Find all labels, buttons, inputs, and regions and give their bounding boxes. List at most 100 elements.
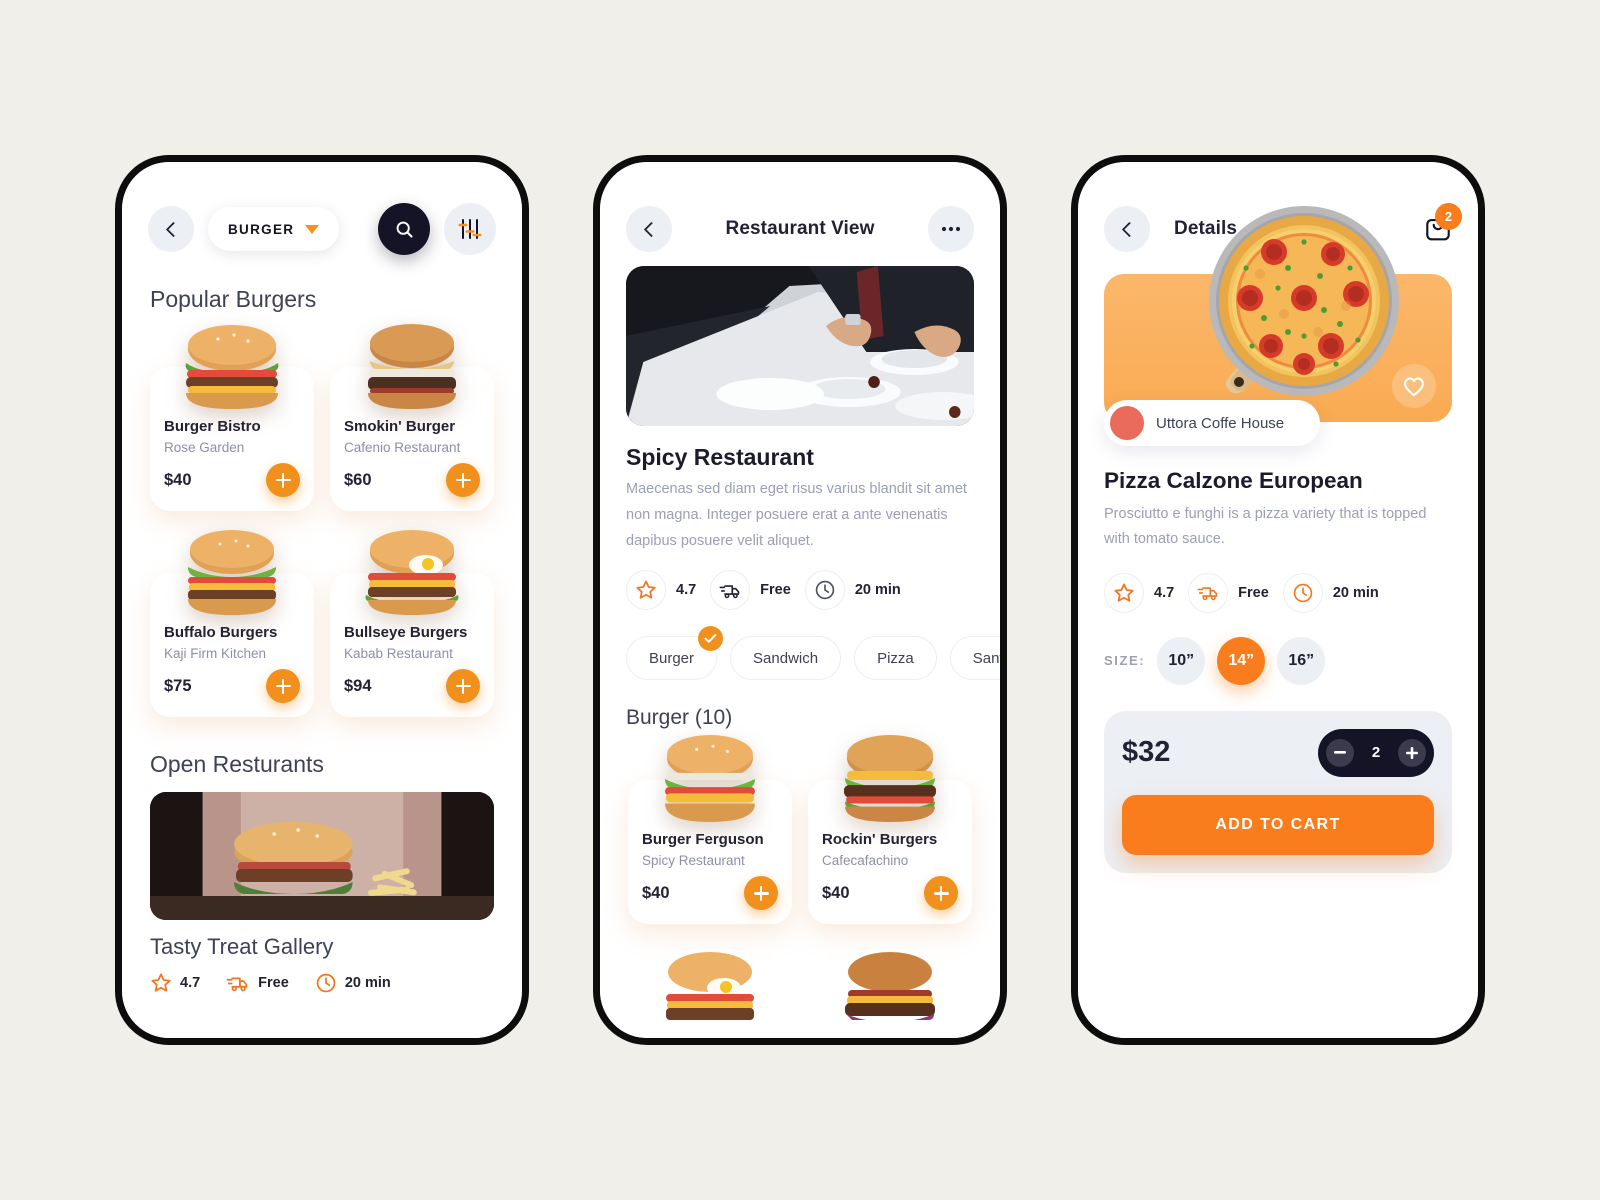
filter-button[interactable] xyxy=(444,203,496,255)
food-card[interactable]: Burger Ferguson Spicy Restaurant $40 xyxy=(628,735,792,925)
back-button[interactable] xyxy=(1104,206,1150,252)
screen-details: Details 2 Uttora Coffe House Pizza Calzo… xyxy=(1078,162,1478,1038)
food-card-footer: $60 xyxy=(344,463,480,497)
clock-icon xyxy=(316,973,336,993)
restaurant-meta-row: 4.7 Free 20 min xyxy=(122,972,522,994)
star-icon xyxy=(636,580,656,600)
cart-button[interactable]: 2 xyxy=(1424,202,1462,247)
food-restaurant: Kaji Firm Kitchen xyxy=(164,646,267,661)
food-card-footer: $40 xyxy=(822,876,958,911)
rating-value: 4.7 xyxy=(1154,584,1175,601)
tab-pizza[interactable]: Pizza xyxy=(854,636,937,681)
screens-stage: BURGER Popular Burgers Burger Bistro Ros… xyxy=(0,0,1600,1200)
heart-icon xyxy=(1404,377,1424,397)
food-card-footer: $75 xyxy=(164,669,300,703)
category-dropdown[interactable]: BURGER xyxy=(208,207,340,251)
increase-quantity-button[interactable] xyxy=(1398,738,1426,767)
quantity-value: 2 xyxy=(1371,744,1381,762)
food-name: Burger Bistro xyxy=(164,418,261,435)
shop-name: Uttora Coffe House xyxy=(1156,414,1285,432)
food-restaurant: Cafenio Restaurant xyxy=(344,440,461,455)
add-item-button[interactable] xyxy=(266,463,300,497)
more-dots-icon xyxy=(941,226,961,232)
size-label: SIZE: xyxy=(1104,653,1146,669)
plus-icon xyxy=(744,876,778,911)
plus-icon xyxy=(924,876,958,911)
restaurant-hero-image xyxy=(626,266,974,426)
tab-burger[interactable]: Burger xyxy=(626,626,724,681)
food-card-footer: $40 xyxy=(642,876,778,911)
rating-meta: 4.7 xyxy=(1104,572,1175,613)
food-card[interactable]: Bullseye Burgers Kabab Restaurant $94 xyxy=(330,530,494,717)
food-name: Rockin' Burgers xyxy=(822,831,938,849)
back-button[interactable] xyxy=(626,206,672,252)
plus-icon xyxy=(266,463,300,497)
burger-image xyxy=(164,529,300,617)
add-item-button[interactable] xyxy=(924,876,958,911)
more-options-button[interactable] xyxy=(928,206,974,252)
home-header: BURGER xyxy=(122,203,522,255)
rating-meta: 4.7 xyxy=(626,570,696,611)
screen-restaurant-view: Restaurant View Spicy Restaurant Maecena… xyxy=(600,162,1000,1038)
food-card[interactable]: Rockin' Burgers Cafecafachino $40 xyxy=(808,735,972,925)
size-selector: SIZE: 10” 14” 16” xyxy=(1078,636,1478,685)
burger-grid-row2 xyxy=(600,950,1000,1021)
add-item-button[interactable] xyxy=(446,669,480,703)
product-price: $32 xyxy=(1122,736,1171,769)
food-name: Smokin' Burger xyxy=(344,418,456,435)
search-button[interactable] xyxy=(378,203,430,255)
add-item-button[interactable] xyxy=(744,876,778,911)
add-to-cart-button[interactable]: ADD TO CART xyxy=(1122,794,1434,855)
category-tabs: Burger Sandwich Pizza Sanwich xyxy=(600,626,1000,681)
size-option-10[interactable]: 10” xyxy=(1157,636,1206,685)
popular-burgers-grid: Burger Bistro Rose Garden $40 Smokin' Bu… xyxy=(122,321,522,717)
food-card[interactable]: Smokin' Burger Cafenio Restaurant $60 xyxy=(330,324,494,511)
phone-mockup-home: BURGER Popular Burgers Burger Bistro Ros… xyxy=(115,155,529,1045)
cart-panel-top: $32 2 xyxy=(1122,728,1434,777)
tab-sandwich[interactable]: Sandwich xyxy=(730,636,842,681)
shop-pill[interactable]: Uttora Coffe House xyxy=(1104,400,1320,446)
page-title: Details xyxy=(1174,218,1238,239)
food-name: Buffalo Burgers xyxy=(164,624,278,641)
back-button[interactable] xyxy=(148,206,194,252)
burger-image xyxy=(642,735,778,824)
product-meta-row: 4.7 Free 20 min xyxy=(1078,572,1478,613)
burger-image-partial xyxy=(808,950,972,1021)
favorite-button[interactable] xyxy=(1392,364,1436,408)
shop-avatar xyxy=(1110,406,1144,440)
food-restaurant: Spicy Restaurant xyxy=(642,853,745,869)
burger-image xyxy=(164,323,300,411)
plus-icon xyxy=(446,463,480,497)
time-meta: 20 min xyxy=(315,972,391,994)
star-icon xyxy=(1114,583,1134,602)
tab-sanwich[interactable]: Sanwich xyxy=(949,636,1000,681)
restaurant-meta-row: 4.7 Free 20 min xyxy=(600,570,1000,611)
add-item-button[interactable] xyxy=(446,463,480,497)
size-option-16[interactable]: 16” xyxy=(1277,636,1326,685)
food-price: $40 xyxy=(822,883,850,902)
size-option-14[interactable]: 14” xyxy=(1217,636,1266,685)
rating-value: 4.7 xyxy=(180,975,201,991)
plus-icon xyxy=(446,669,480,703)
rating-icon-circle xyxy=(626,570,666,611)
tab-selected-check xyxy=(698,626,724,652)
product-title: Pizza Calzone European xyxy=(1104,468,1363,493)
page-title: Restaurant View xyxy=(725,218,875,239)
cart-panel: $32 2 ADD TO CART xyxy=(1104,710,1452,873)
restaurant-banner-image[interactable] xyxy=(150,792,494,920)
check-icon xyxy=(704,634,717,644)
delivery-icon-circle xyxy=(710,570,751,611)
food-price: $40 xyxy=(642,883,670,902)
food-restaurant: Rose Garden xyxy=(164,440,245,455)
time-icon-circle xyxy=(804,570,845,611)
decrease-quantity-button[interactable] xyxy=(1326,738,1354,767)
rating-meta: 4.7 xyxy=(150,972,200,994)
time-value: 20 min xyxy=(344,975,391,991)
star-icon xyxy=(151,973,171,992)
food-card[interactable]: Buffalo Burgers Kaji Firm Kitchen $75 xyxy=(150,530,314,717)
food-name: Bullseye Burgers xyxy=(344,624,468,641)
add-item-button[interactable] xyxy=(266,669,300,703)
food-card[interactable]: Burger Bistro Rose Garden $40 xyxy=(150,325,314,511)
chevron-left-icon xyxy=(165,221,181,237)
delivery-icon-circle xyxy=(1188,572,1229,613)
